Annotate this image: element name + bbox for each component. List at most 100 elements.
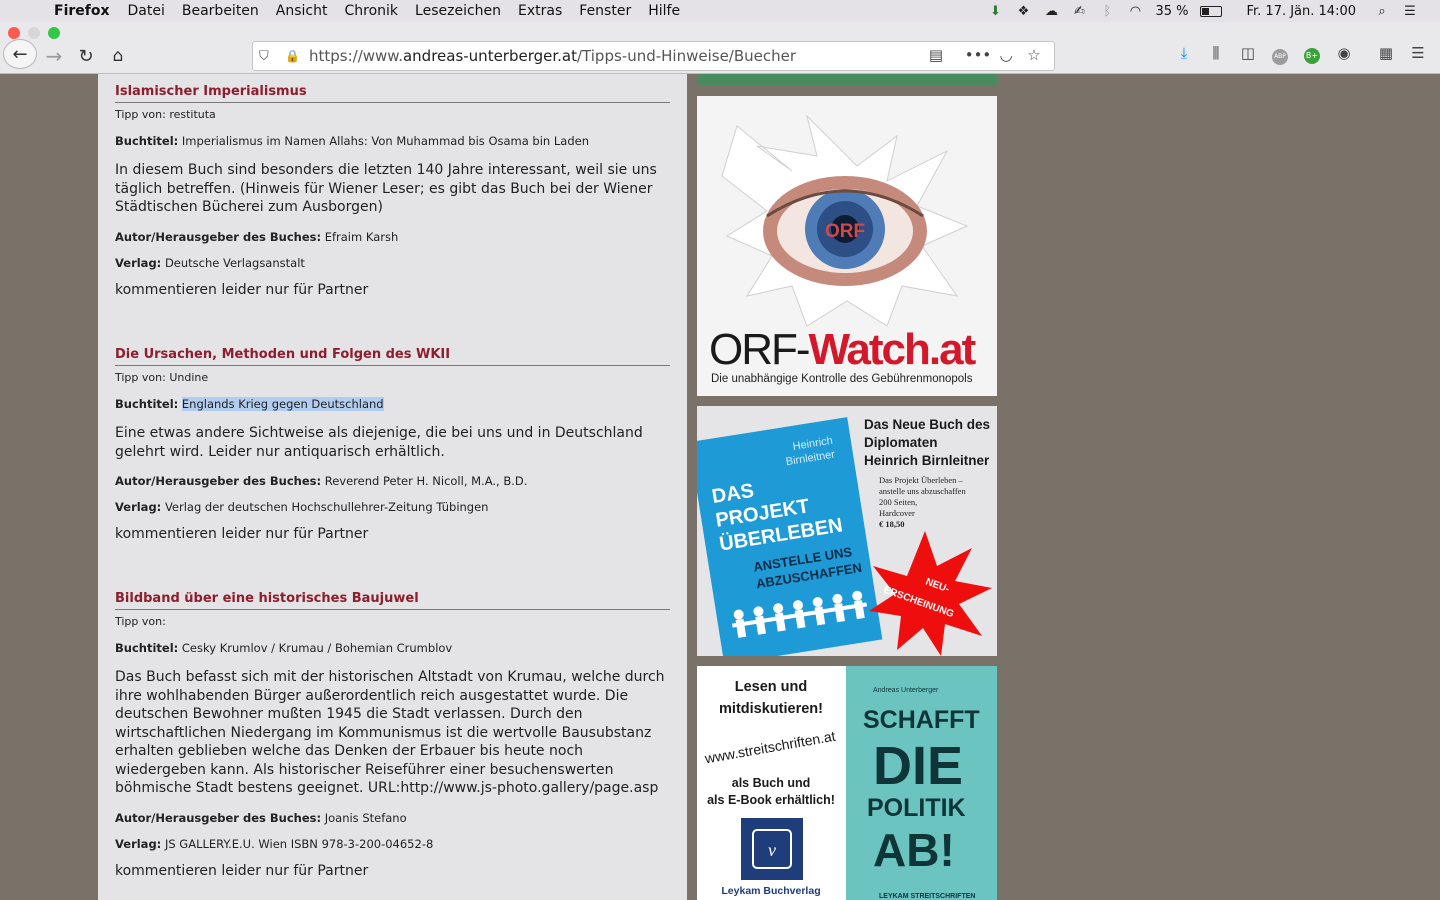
publisher-value: Verlag der deutschen Hochschullehrer-Zei… xyxy=(164,500,489,514)
download-tray-icon[interactable]: ⬇ xyxy=(987,4,1003,19)
author-value: Reverend Peter H. Nicoll, M.A., B.D. xyxy=(324,474,528,488)
signature-icon[interactable]: ✍ xyxy=(1071,4,1087,19)
back-button[interactable]: ← xyxy=(3,39,37,69)
booktitle-label: Buchtitel: xyxy=(115,134,179,148)
entry-comment-note: kommentieren leider nur für Partner xyxy=(115,281,369,298)
menu-bearbeiten[interactable]: Bearbeiten xyxy=(182,3,259,19)
forward-button[interactable]: → xyxy=(42,42,66,70)
orf-watch-ad-graphic: ORF ORF-Watch.at Die unabhängige Kontrol… xyxy=(697,96,997,396)
menu-fenster[interactable]: Fenster xyxy=(579,3,631,19)
spotlight-search-icon[interactable]: ⌕ xyxy=(1374,4,1390,19)
svg-text:ORF-Watch.at: ORF-Watch.at xyxy=(709,325,977,374)
home-icon: ⌂ xyxy=(112,46,124,66)
entry-comment-note: kommentieren leider nur für Partner xyxy=(115,862,369,879)
url-host: andreas-unterberger.at xyxy=(402,47,577,65)
entry-author: Autor/Herausgeber des Buches: Joanis Ste… xyxy=(115,811,670,825)
booktitle-label: Buchtitel: xyxy=(115,641,179,655)
extensions-icon[interactable]: ▦ xyxy=(1370,44,1402,65)
sidebar-toggle-icon[interactable]: ◫ xyxy=(1232,44,1264,65)
entry-booktitle: Buchtitel: Englands Krieg gegen Deutschl… xyxy=(115,397,670,411)
pocket-icon[interactable]: ◡ xyxy=(992,46,1020,64)
svg-text:anstelle uns abzuschaffen: anstelle uns abzuschaffen xyxy=(879,486,966,496)
author-label: Autor/Herausgeber des Buches: xyxy=(115,810,322,825)
orf-watch-ad[interactable]: ORF ORF-Watch.at Die unabhängige Kontrol… xyxy=(697,96,997,396)
svg-text:als Buch und: als Buch und xyxy=(732,776,810,790)
entry-title[interactable]: Bildband über eine historisches Baujuwel xyxy=(115,591,670,610)
tracking-shield-icon[interactable]: ⛉ xyxy=(259,49,275,64)
svg-text:Diplomaten: Diplomaten xyxy=(864,435,938,450)
sidebar-ad-strip[interactable] xyxy=(697,74,997,86)
menu-app-firefox[interactable]: Firefox xyxy=(54,3,110,19)
publisher-label: Verlag: xyxy=(115,255,162,270)
adblock-plus-icon[interactable]: ABP xyxy=(1264,44,1296,65)
menubar-clock[interactable]: Fr. 17. Jän. 14:00 xyxy=(1246,4,1356,19)
svg-text:als E-Book erhältlich!: als E-Book erhältlich! xyxy=(707,793,835,807)
toolbar-right-icons: ⤓ ⫼ ◫ ABP B+ ◉ ▦ ☰ xyxy=(1168,44,1434,65)
entry-title[interactable]: Islamischer Imperialismus xyxy=(115,84,670,103)
window-close-button[interactable] xyxy=(8,27,20,39)
booktitle-value: Cesky Krumlov / Krumau / Bohemian Crumbl… xyxy=(181,641,453,655)
author-label: Autor/Herausgeber des Buches: xyxy=(115,229,322,244)
svg-text:Die unabhängige Kontrolle des: Die unabhängige Kontrolle des Gebührenmo… xyxy=(711,373,973,385)
url-text[interactable]: https://www.andreas-unterberger.at/Tipps… xyxy=(309,47,796,65)
menu-ansicht[interactable]: Ansicht xyxy=(276,3,328,19)
publisher-value: Deutsche Verlagsanstalt xyxy=(164,255,305,270)
menu-chronik[interactable]: Chronik xyxy=(345,3,399,19)
bplus-extension-icon[interactable]: B+ xyxy=(1296,44,1328,65)
entry-tipp-von: Tipp von: restituta xyxy=(115,108,216,121)
url-bar[interactable]: ⛉ 🔒 https://www.andreas-unterberger.at/T… xyxy=(252,41,1055,71)
book-entry: Islamischer Imperialismus Tipp von: rest… xyxy=(115,84,670,298)
entry-publisher: Verlag: Verlag der deutschen Hochschulle… xyxy=(115,500,670,514)
url-prefix: https://www. xyxy=(309,47,403,65)
menu-lesezeichen[interactable]: Lesezeichen xyxy=(415,3,501,19)
entry-description: In diesem Buch sind besonders die letzte… xyxy=(115,162,657,215)
publisher-value: JS GALLERY.E.U. Wien ISBN 978-3-200-0465… xyxy=(164,836,434,851)
arrow-left-icon: ← xyxy=(12,43,28,65)
bookmark-star-icon[interactable]: ☆ xyxy=(1020,46,1048,64)
dropbox-icon[interactable]: ❖ xyxy=(1015,4,1031,19)
macos-menubar: Firefox Datei Bearbeiten Ansicht Chronik… xyxy=(0,0,1440,22)
account-icon[interactable]: ◉ xyxy=(1328,44,1360,65)
window-minimize-button[interactable] xyxy=(28,27,40,39)
battery-icon[interactable] xyxy=(1200,5,1223,17)
browser-toolbar: ← → ↻ ⌂ ⛉ 🔒 https://www.andreas-unterber… xyxy=(0,22,1440,74)
reader-view-icon[interactable]: ▤ xyxy=(922,46,950,64)
svg-text:DIE: DIE xyxy=(873,736,963,796)
battery-percent: 35 % xyxy=(1155,3,1189,19)
entry-comment-note: kommentieren leider nur für Partner xyxy=(115,526,369,542)
bluetooth-icon[interactable]: ᛒ xyxy=(1099,4,1115,19)
entry-author: Autor/Herausgeber des Buches: Reverend P… xyxy=(115,474,670,488)
entry-author: Autor/Herausgeber des Buches: Efraim Kar… xyxy=(115,230,670,244)
booktitle-value-selected: Englands Krieg gegen Deutschland xyxy=(181,397,384,411)
reload-button[interactable]: ↻ xyxy=(74,42,98,70)
streitschriften-ad[interactable]: Lesen und mitdiskutieren! www.streitschr… xyxy=(697,666,997,900)
hamburger-menu-icon[interactable]: ☰ xyxy=(1402,44,1434,65)
wifi-icon[interactable]: ◠ xyxy=(1127,4,1143,19)
notification-center-icon[interactable]: ☰ xyxy=(1402,4,1418,19)
library-icon[interactable]: ⫼ xyxy=(1200,44,1232,65)
book-entry: Bildband über eine historisches Baujuwel… xyxy=(115,591,670,879)
downloads-icon[interactable]: ⤓ xyxy=(1168,44,1200,65)
menu-extras[interactable]: Extras xyxy=(518,3,562,19)
entry-booktitle: Buchtitel: Cesky Krumlov / Krumau / Bohe… xyxy=(115,641,670,655)
url-path: /Tipps-und-Hinweise/Buecher xyxy=(577,47,797,65)
arrow-right-icon: → xyxy=(45,44,63,68)
window-zoom-button[interactable] xyxy=(48,27,60,39)
menu-datei[interactable]: Datei xyxy=(128,3,165,19)
menu-hilfe[interactable]: Hilfe xyxy=(648,3,680,19)
entry-description: Eine etwas andere Sichtweise als diejeni… xyxy=(115,425,643,460)
entry-title[interactable]: Die Ursachen, Methoden und Folgen des WK… xyxy=(115,347,670,366)
author-value: Joanis Stefano xyxy=(324,810,407,825)
entry-publisher: Verlag: Deutsche Verlagsanstalt xyxy=(115,256,670,270)
streitschriften-ad-graphic: Lesen und mitdiskutieren! www.streitschr… xyxy=(697,666,997,900)
svg-text:Andreas Unterberger: Andreas Unterberger xyxy=(873,687,939,694)
entry-publisher: Verlag: JS GALLERY.E.U. Wien ISBN 978-3-… xyxy=(115,837,670,851)
birnleitner-book-ad[interactable]: Heinrich Birnleitner DAS PROJEKT ÜBERLEB… xyxy=(697,406,997,656)
cloud-sync-icon[interactable]: ☁ xyxy=(1043,4,1059,19)
lock-icon[interactable]: 🔒 xyxy=(285,49,300,63)
svg-text:€ 18,50: € 18,50 xyxy=(879,519,905,529)
page-actions-icon[interactable]: ••• xyxy=(964,46,992,64)
booktitle-label: Buchtitel: xyxy=(115,397,179,411)
publisher-label: Verlag: xyxy=(115,836,162,851)
home-button[interactable]: ⌂ xyxy=(106,42,130,70)
